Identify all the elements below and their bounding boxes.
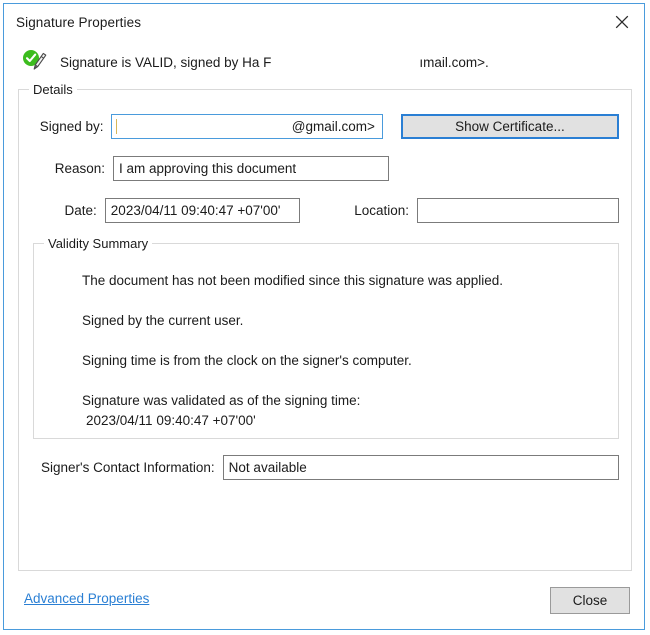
- status-text-redacted: [271, 55, 420, 68]
- signer-contact-row: Signer's Contact Information: Not availa…: [41, 455, 619, 480]
- details-group: Details Signed by: @gmail.com> Show Cert…: [18, 82, 632, 571]
- date-label: Date:: [64, 203, 97, 218]
- validity-summary-legend: Validity Summary: [44, 236, 153, 251]
- signer-contact-label: Signer's Contact Information:: [41, 460, 215, 475]
- signature-valid-icon: [22, 49, 50, 75]
- signed-by-row: Signed by: @gmail.com> Show Certificate.…: [19, 114, 631, 139]
- status-text-before: Signature is VALID, signed by Ha F: [60, 54, 272, 70]
- location-field[interactable]: [417, 198, 619, 223]
- validity-summary-group: Validity Summary The document has not be…: [33, 236, 619, 439]
- validity-validated-time: 2023/04/11 09:40:47 +07'00': [86, 413, 256, 428]
- signer-contact-field[interactable]: Not available: [222, 455, 619, 480]
- status-text-after: ımail.com>.: [419, 54, 489, 70]
- validity-line: The document has not been modified since…: [82, 273, 504, 288]
- validity-line: Signature was validated as of the signin…: [82, 393, 361, 408]
- signature-properties-dialog: Signature Properties Signature is VALID,…: [3, 3, 645, 630]
- signed-by-label: Signed by:: [39, 119, 104, 134]
- signature-status-text: Signature is VALID, signed by Ha F ımail.…: [60, 55, 489, 70]
- window-title: Signature Properties: [16, 15, 142, 30]
- details-group-legend: Details: [29, 82, 77, 97]
- close-button[interactable]: Close: [550, 587, 630, 614]
- titlebar: Signature Properties: [4, 4, 644, 41]
- dialog-footer: Advanced Properties Close: [4, 571, 644, 629]
- validity-line: Signed by the current user.: [82, 313, 244, 328]
- date-location-row: Date: 2023/04/11 09:40:47 +07'00' Locati…: [19, 198, 631, 223]
- location-label: Location:: [354, 203, 410, 218]
- date-field[interactable]: 2023/04/11 09:40:47 +07'00': [104, 198, 301, 223]
- advanced-properties-link[interactable]: Advanced Properties: [24, 591, 149, 606]
- show-certificate-button[interactable]: Show Certificate...: [400, 114, 619, 139]
- reason-row: Reason: I am approving this document: [19, 156, 631, 181]
- close-icon[interactable]: [600, 4, 644, 40]
- reason-field[interactable]: I am approving this document: [113, 156, 389, 181]
- signed-by-field[interactable]: @gmail.com>: [111, 114, 383, 139]
- signed-by-value: @gmail.com>: [291, 119, 375, 134]
- signed-by-caret: [116, 119, 118, 134]
- reason-label: Reason:: [54, 161, 105, 176]
- signature-status-row: Signature is VALID, signed by Ha F ımail.…: [4, 41, 644, 83]
- validity-line: Signing time is from the clock on the si…: [82, 353, 412, 368]
